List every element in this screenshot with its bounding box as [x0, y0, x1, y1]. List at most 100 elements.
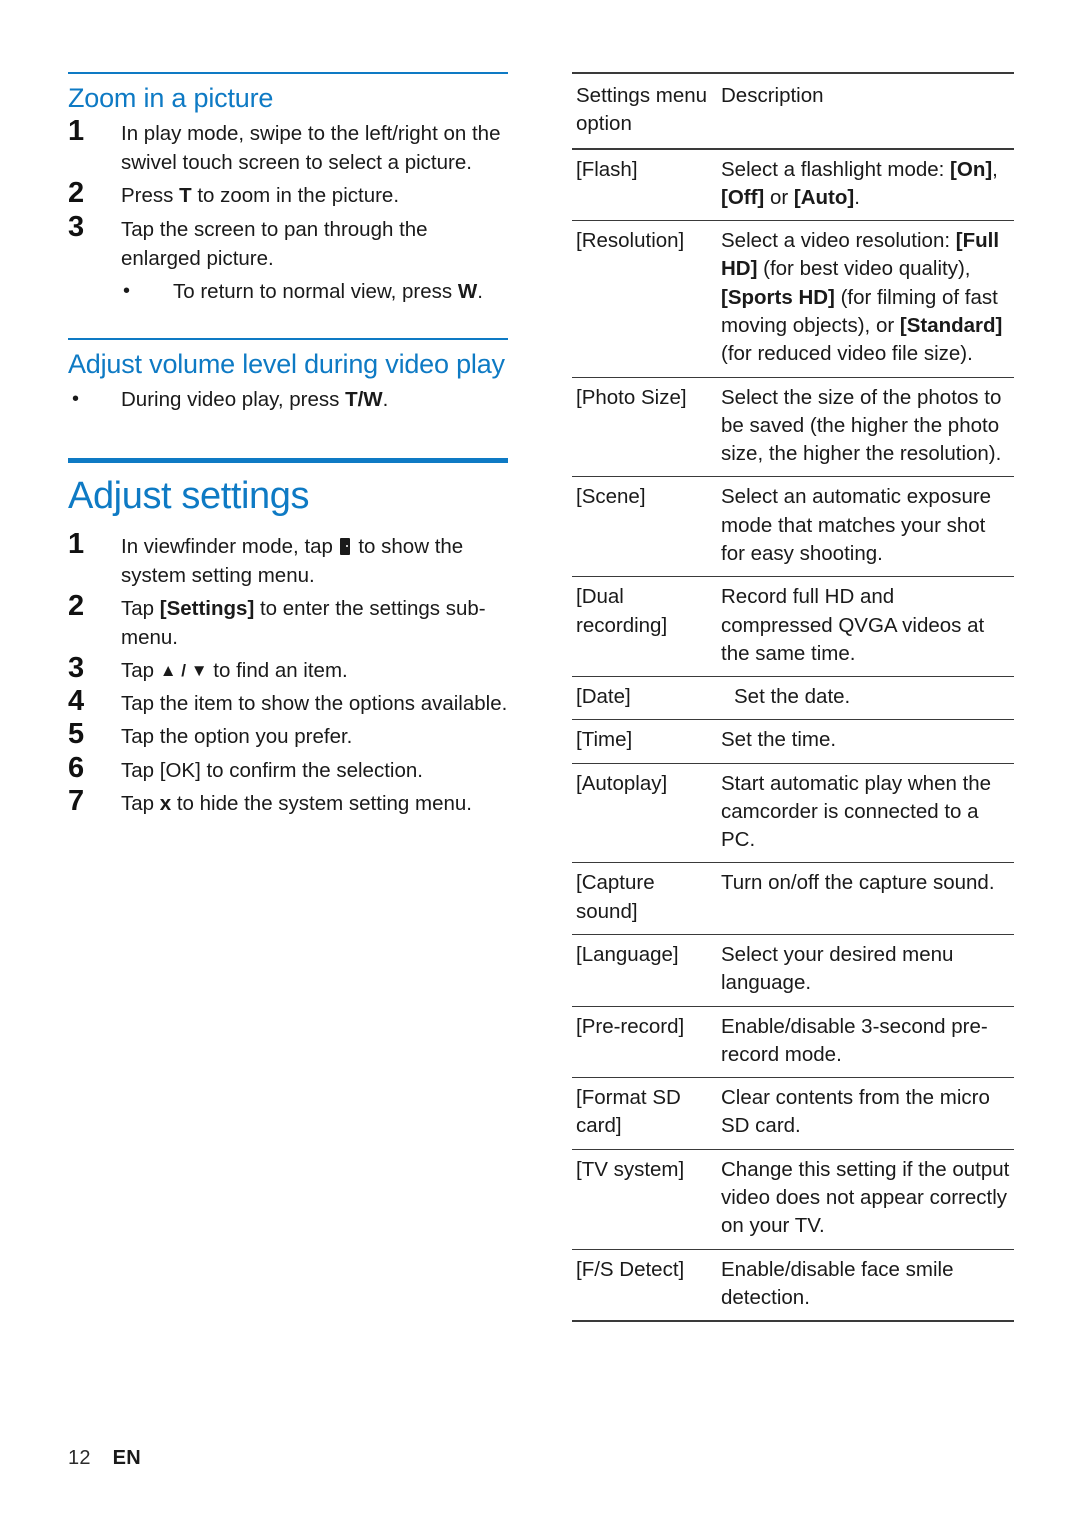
step-number: 3	[68, 652, 85, 685]
menu-glyph-icon	[339, 537, 350, 555]
cell-option: [Language]	[572, 934, 717, 1007]
bullet-text-after: .	[477, 279, 483, 303]
chapter-heading: Adjust settings	[68, 475, 310, 518]
cell-option: [Scene]	[572, 476, 717, 578]
step-number: 3	[68, 210, 85, 243]
bullet-text-before: To return to normal view, press	[173, 279, 458, 303]
steps-list-zoom: 1 In play mode, swipe to the left/right …	[68, 115, 508, 273]
step-emphasis: [Settings]	[159, 597, 255, 620]
left-column: Zoom in a picture 1 In play mode, swipe …	[68, 72, 508, 822]
table-row: [Autoplay] Start automatic play when the…	[572, 763, 1014, 864]
section-heading: Zoom in a picture	[68, 83, 274, 113]
cell-description: Set the time.	[717, 719, 1014, 764]
desc-emphasis: [Sports HD]	[721, 285, 835, 309]
chapter-adjust-settings: Adjust settings 1 In viewfinder mode, ta…	[68, 458, 508, 818]
desc-emphasis: [Off]	[721, 185, 765, 209]
table-row: [Format SD card] Clear contents from the…	[572, 1077, 1014, 1150]
cell-description: Select an automatic exposure mode that m…	[717, 476, 1014, 578]
section-rule	[68, 72, 508, 74]
step-emphasis: T	[179, 184, 192, 208]
table-row: [Time] Set the time.	[572, 719, 1014, 764]
desc-emphasis: [On]	[950, 157, 993, 181]
step-item: 6 Tap [OK] to confirm the selection.	[68, 752, 508, 785]
step-number: 7	[68, 784, 85, 817]
section-heading: Adjust volume level during video play	[68, 348, 505, 379]
step-item: 3 Tap ▲ / ▼ to find an item.	[68, 652, 508, 685]
step-item: 2 Press T to zoom in the picture.	[68, 177, 508, 210]
step-item: 4 Tap the item to show the options avail…	[68, 685, 508, 718]
step-text-after: to confirm the selection.	[200, 758, 423, 782]
cell-description: Enable/disable face smile detection.	[717, 1249, 1014, 1323]
cell-description: Change this setting if the output video …	[717, 1149, 1014, 1250]
language-code: EN	[112, 1447, 141, 1469]
step-text-before: Tap	[121, 758, 160, 782]
desc-text: (for best video quality),	[757, 257, 971, 281]
cell-option: [Photo Size]	[572, 377, 717, 478]
step-number: 4	[68, 685, 85, 718]
cell-option: [Resolution]	[572, 220, 717, 378]
section-adjust-volume: Adjust volume level during video play • …	[68, 337, 508, 414]
cell-option: [Date]	[572, 676, 717, 721]
step-text-before: Tap	[121, 659, 160, 683]
step-text: Tap the screen to pan through the enlarg…	[121, 217, 428, 270]
cell-option: [Dual recording]	[572, 576, 717, 678]
table-row: [Resolution] Select a video resolution: …	[572, 220, 1014, 378]
step-text-before: In viewfinder mode, tap	[121, 534, 339, 558]
desc-text: Select a flashlight mode:	[721, 157, 951, 181]
cell-description: Start automatic play when the camcorder …	[717, 763, 1014, 864]
cell-option: [F/S Detect]	[572, 1249, 717, 1323]
step-item: 1 In play mode, swipe to the left/right …	[68, 115, 508, 177]
updown-arrow-icon: ▲ / ▼	[159, 661, 208, 681]
cell-description: Select a video resolution: [Full HD] (fo…	[717, 220, 1014, 378]
step-text-before: Tap	[121, 597, 160, 620]
desc-text: .	[854, 185, 860, 209]
cell-option: [Autoplay]	[572, 763, 717, 864]
desc-emphasis: [Auto]	[793, 185, 855, 209]
cell-option: [Capture sound]	[572, 862, 717, 936]
step-text-before: Tap	[121, 791, 160, 815]
cell-option: [Time]	[572, 719, 717, 764]
desc-text: (for reduced video file size).	[721, 342, 973, 366]
step-text-after: to find an item.	[207, 659, 348, 683]
bullet-text-after: .	[382, 388, 389, 412]
bullet-dot-icon: •	[72, 388, 80, 411]
bullet-item: • During video play, press T/W.	[68, 385, 508, 414]
table-row: [Pre-record] Enable/disable 3-second pre…	[572, 1006, 1014, 1079]
steps-list-adjust-settings: 1 In viewfinder mode, tap to show the sy…	[68, 528, 508, 818]
step-text: Tap the item to show the options availab…	[121, 692, 508, 716]
step-item: 1 In viewfinder mode, tap to show the sy…	[68, 528, 508, 590]
step-number: 2	[68, 590, 85, 622]
desc-text: ,	[992, 157, 998, 181]
page-footer: 12 EN	[68, 1447, 141, 1470]
step-item: 3 Tap the screen to pan through the enla…	[68, 211, 508, 273]
section-zoom-in-a-picture: Zoom in a picture 1 In play mode, swipe …	[68, 72, 508, 306]
step-text-after: to zoom in the picture.	[191, 184, 400, 208]
desc-emphasis: [Standard]	[899, 313, 1003, 337]
cell-option: [Format SD card]	[572, 1077, 717, 1150]
desc-text: Select a video resolution:	[721, 229, 956, 253]
step-text-before: Press	[121, 184, 180, 208]
manual-page: Zoom in a picture 1 In play mode, swipe …	[0, 0, 1080, 1527]
bullet-item: • To return to normal view, press W.	[68, 277, 508, 306]
table-row: [Scene] Select an automatic exposure mod…	[572, 476, 1014, 578]
step-number: 6	[68, 751, 85, 784]
table-header-row: Settings menu option Description	[572, 72, 1014, 150]
cell-description: Select your desired menu language.	[717, 934, 1014, 1007]
chapter-rule	[68, 458, 508, 464]
cell-option: [Pre-record]	[572, 1006, 717, 1079]
page-number: 12	[68, 1447, 91, 1469]
table-row: [Photo Size] Select the size of the phot…	[572, 377, 1014, 478]
desc-text: or	[764, 185, 794, 209]
right-column: Settings menu option Description [Flash]…	[572, 72, 1014, 1323]
cell-option: [TV system]	[572, 1149, 717, 1250]
column-header-description: Description	[717, 72, 1014, 150]
cell-option: [Flash]	[572, 148, 717, 222]
cell-description: Select a flashlight mode: [On], [Off] or…	[717, 148, 1014, 222]
table-row: [F/S Detect] Enable/disable face smile d…	[572, 1249, 1014, 1323]
cell-description: Clear contents from the micro SD card.	[717, 1077, 1014, 1150]
step-item: 7 Tap x to hide the system setting menu.	[68, 785, 508, 818]
table-row: [Flash] Select a flashlight mode: [On], …	[572, 148, 1014, 222]
step-number: 1	[68, 527, 85, 560]
